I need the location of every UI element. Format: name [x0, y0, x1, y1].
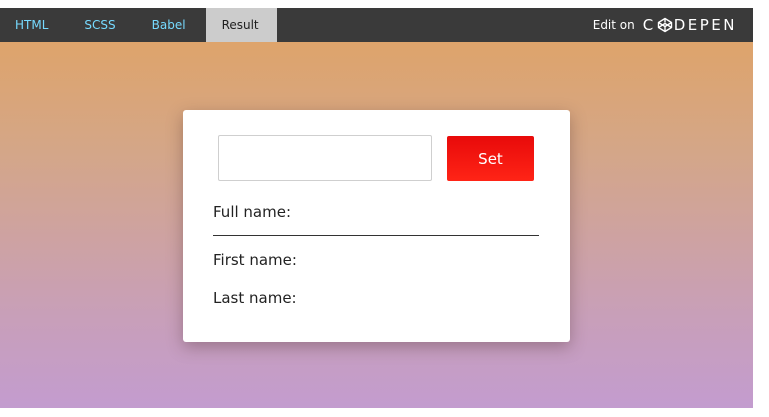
- last-name-row: Last name:: [213, 289, 301, 307]
- edit-on-codepen-link[interactable]: Edit on C DEPEN: [593, 8, 737, 42]
- result-pane: Set Full name: First name: Last name:: [0, 42, 753, 408]
- tab-babel[interactable]: Babel: [134, 8, 206, 42]
- full-name-row: Full name:: [213, 203, 295, 221]
- first-name-row: First name:: [213, 251, 301, 269]
- divider: [213, 235, 539, 236]
- name-card: Set Full name: First name: Last name:: [183, 110, 570, 342]
- logo-letter-c: C: [642, 16, 656, 34]
- tab-scss[interactable]: SCSS: [66, 8, 133, 42]
- embed-tabs: HTML SCSS Babel Result: [0, 8, 277, 42]
- codepen-embed: HTML SCSS Babel Result Edit on C DEPEN S…: [0, 8, 753, 408]
- edit-on-label: Edit on: [592, 18, 635, 32]
- last-name-label: Last name:: [213, 289, 297, 307]
- set-button[interactable]: Set: [447, 136, 534, 181]
- codepen-cube-icon: [657, 17, 672, 33]
- logo-letters-depen: DEPEN: [673, 16, 737, 34]
- first-name-label: First name:: [213, 251, 297, 269]
- full-name-input[interactable]: [218, 135, 432, 181]
- full-name-label: Full name:: [213, 203, 292, 221]
- embed-toolbar: HTML SCSS Babel Result Edit on C DEPEN: [0, 8, 753, 42]
- tab-result[interactable]: Result: [205, 8, 277, 42]
- tab-html[interactable]: HTML: [0, 8, 66, 42]
- codepen-logo: C DEPEN: [643, 16, 737, 34]
